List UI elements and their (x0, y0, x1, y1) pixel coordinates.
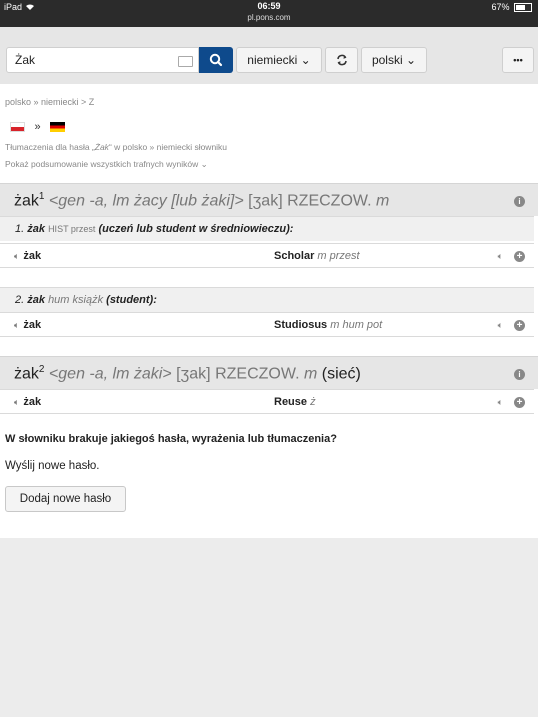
double-chevron-icon: » (34, 120, 41, 133)
speaker-icon[interactable]: 🔈︎ (14, 397, 19, 407)
language-direction: » (10, 118, 66, 136)
speaker-icon[interactable]: 🔈︎ (14, 251, 19, 261)
keyboard-icon[interactable] (178, 56, 193, 67)
url-label[interactable]: pl.pons.com (0, 13, 538, 22)
add-icon[interactable]: + (514, 397, 525, 408)
search-box (6, 47, 199, 73)
translation-row: 🔈︎ żak Reuse ż 🔈︎ + (0, 389, 534, 414)
grammar-info: <gen -a, lm żaki> (48, 365, 172, 383)
translations-caption: Tłumaczenia dla hasła „Żak“ w polsko » n… (5, 142, 228, 152)
summary-link[interactable]: Pokaż podsumowanie wszystkich trafnych w… (5, 159, 208, 170)
speaker-icon[interactable]: 🔈︎ (498, 251, 503, 262)
battery-status: 67% (491, 2, 532, 13)
source-language-select[interactable]: niemiecki ⌄ (236, 47, 322, 73)
status-bar: iPad 06:59 pl.pons.com 67% (0, 0, 538, 27)
swap-languages-button[interactable] (325, 47, 358, 73)
entry-header: żak1 <gen -a, lm żacy [lub żaki]> [ʒak] … (0, 183, 538, 216)
swap-icon (336, 54, 347, 66)
speaker-icon[interactable]: 🔈︎ (498, 397, 503, 408)
translation-row: 🔈︎ żak Scholar m przest 🔈︎ + (0, 243, 534, 268)
search-icon (209, 53, 223, 67)
part-of-speech: RZECZOW. (215, 365, 300, 383)
info-icon[interactable]: i (514, 196, 525, 207)
more-menu-button[interactable]: ••• (502, 47, 534, 73)
search-input[interactable] (13, 52, 177, 68)
chevron-down-icon: ⌄ (198, 159, 208, 169)
speaker-icon[interactable]: 🔈︎ (14, 320, 19, 330)
sense-header: 1. żak HIST przest (uczeń lub student w … (0, 216, 534, 241)
headword: żak (14, 365, 39, 383)
target-language-select[interactable]: polski ⌄ (361, 47, 427, 73)
gender: m (303, 365, 318, 383)
info-icon[interactable]: i (514, 369, 525, 380)
grammar-info: <gen -a, lm żacy [lub żaki]> (48, 192, 244, 210)
add-icon[interactable]: + (514, 320, 525, 331)
add-new-entry-button[interactable]: Dodaj nowe hasło (5, 486, 126, 512)
missing-entry-prompt: W słowniku brakuje jakiegoś hasła, wyraż… (5, 433, 337, 445)
chevron-down-icon: ⌄ (297, 53, 311, 67)
entry-header: żak2 <gen -a, lm żaki> [ʒak] RZECZOW. m … (0, 356, 538, 389)
chevron-down-icon: ⌄ (402, 53, 417, 67)
phonetic: [ʒak] (248, 192, 283, 210)
headword: żak (14, 192, 39, 210)
add-icon[interactable]: + (514, 251, 525, 262)
send-new-entry-text: Wyślij nowe hasło. (5, 460, 100, 472)
search-toolbar: niemiecki ⌄ polski ⌄ ••• (0, 27, 538, 84)
polish-flag-icon (10, 121, 25, 132)
battery-icon (514, 3, 532, 13)
search-button[interactable] (199, 47, 233, 73)
gender: m (376, 192, 390, 210)
speaker-icon[interactable]: 🔈︎ (498, 320, 503, 331)
translation-row: 🔈︎ żak Studiosus m hum pot 🔈︎ + (0, 312, 534, 337)
page-footer-background (0, 538, 538, 717)
sense-note: (sieć) (321, 365, 361, 383)
breadcrumb[interactable]: polsko » niemiecki > Z (5, 97, 94, 107)
sense-header: 2. żak hum książk (student): (0, 287, 534, 312)
part-of-speech: RZECZOW. (287, 192, 372, 210)
german-flag-icon (50, 121, 66, 132)
clock: 06:59 (257, 1, 281, 11)
phonetic: [ʒak] (176, 365, 211, 383)
